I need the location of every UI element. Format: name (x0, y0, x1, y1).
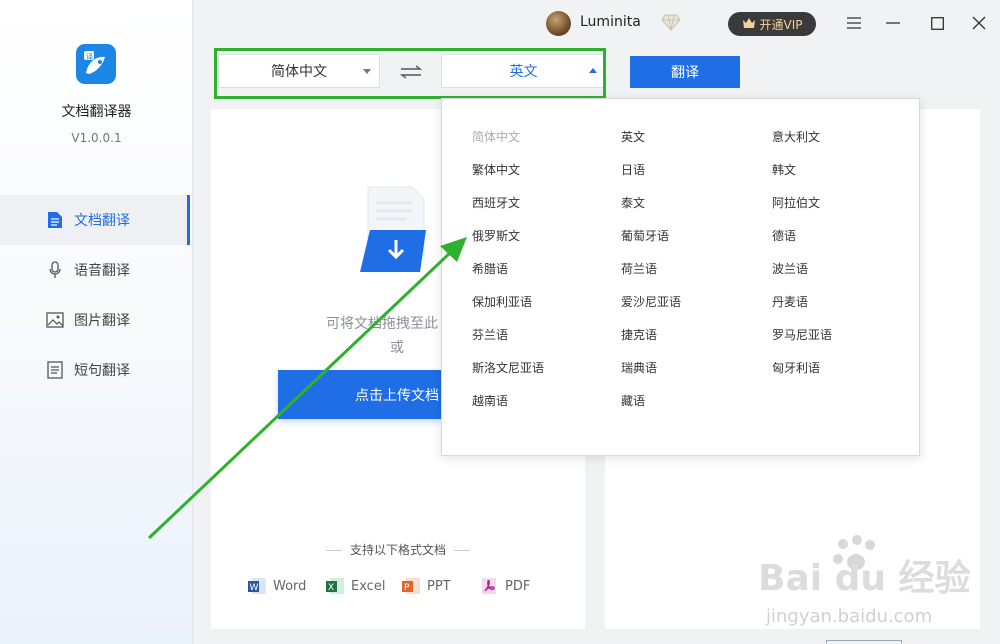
nav-label: 短句翻译 (74, 363, 130, 379)
word-icon: W (248, 578, 266, 594)
sidebar: 译 文档翻译器 V1.0.0.1 文档翻译 语音翻译 图片翻译 短句翻译 (0, 0, 193, 644)
language-option[interactable]: 繁体中文 (472, 161, 520, 178)
translate-button[interactable]: 翻译 (630, 56, 740, 88)
upload-document-button[interactable]: 点击上传文档 (278, 370, 442, 419)
image-icon (46, 311, 64, 329)
drop-hint: 可将文档拖拽至此 (326, 316, 438, 332)
language-option[interactable]: 西班牙文 (472, 194, 520, 211)
crown-icon (742, 17, 756, 32)
or-separator: 或 (390, 340, 404, 356)
scroll-hint (826, 640, 902, 644)
nav-item-image-translate[interactable]: 图片翻译 (0, 295, 190, 345)
divider (454, 550, 470, 551)
svg-text:W: W (250, 583, 259, 593)
username[interactable]: Luminita (580, 14, 641, 30)
baidu-jingyan-watermark: Bai du 经验 jingyan.baidu.com (758, 532, 998, 644)
language-option[interactable]: 英文 (621, 128, 645, 145)
vip-button[interactable]: 开通VIP (728, 12, 816, 36)
language-option[interactable]: 斯洛文尼亚语 (472, 359, 544, 376)
divider (325, 550, 342, 551)
language-option[interactable]: 希腊语 (472, 260, 508, 277)
language-option[interactable]: 爱沙尼亚语 (621, 293, 681, 310)
excel-icon: X (326, 578, 344, 594)
microphone-icon (46, 261, 64, 279)
maximize-icon[interactable] (922, 8, 952, 38)
minimize-icon[interactable] (878, 8, 908, 38)
app-version: V1.0.0.1 (71, 131, 122, 145)
language-option[interactable]: 藏语 (621, 392, 645, 409)
language-option[interactable]: 匈牙利语 (772, 359, 820, 376)
language-option[interactable]: 简体中文 (472, 128, 520, 145)
avatar[interactable] (546, 11, 571, 36)
diamond-icon[interactable] (661, 13, 681, 35)
language-dropdown: 简体中文 英文 意大利文繁体中文 日语 韩文西班牙文 泰文 阿拉伯文俄罗斯文 葡萄牙语 德语希腊… (441, 98, 920, 456)
format-excel: X Excel (325, 576, 385, 596)
format-label: PDF (505, 578, 531, 594)
close-icon[interactable] (964, 8, 994, 38)
format-word: W Word (247, 576, 306, 596)
document-icon (46, 211, 64, 229)
language-option[interactable]: 捷克语 (621, 326, 657, 343)
nav-label: 文档翻译 (74, 213, 130, 229)
nav-item-voice-translate[interactable]: 语音翻译 (0, 245, 190, 295)
language-option[interactable]: 保加利亚语 (472, 293, 532, 310)
language-option[interactable]: 泰文 (621, 194, 645, 211)
language-option[interactable]: 波兰语 (772, 260, 808, 277)
app-logo: 译 (76, 44, 116, 84)
app-name: 文档翻译器 (61, 104, 132, 120)
language-option[interactable]: 俄罗斯文 (472, 227, 520, 244)
format-ppt: P PPT (401, 576, 451, 596)
language-option[interactable]: 丹麦语 (772, 293, 808, 310)
format-label: Excel (351, 578, 386, 594)
watermark-url: jingyan.baidu.com (765, 606, 932, 627)
language-option[interactable]: 芬兰语 (472, 326, 508, 343)
highlight-annotation-box (214, 48, 606, 99)
language-option[interactable]: 意大利文 (772, 128, 820, 145)
nav-item-document-translate[interactable]: 文档翻译 (0, 195, 190, 245)
language-option[interactable]: 荷兰语 (621, 260, 657, 277)
pdf-icon (482, 578, 496, 594)
nav-label: 语音翻译 (74, 263, 130, 279)
ppt-icon: P (402, 578, 420, 594)
svg-text:P: P (404, 583, 410, 593)
language-option[interactable]: 阿拉伯文 (772, 194, 820, 211)
format-label: Word (273, 578, 307, 594)
svg-text:译: 译 (86, 53, 93, 61)
nav-label: 图片翻译 (74, 313, 130, 329)
watermark-brand: Bai du 经验 (758, 558, 971, 599)
supported-formats-label: 支持以下格式文档 (349, 543, 446, 557)
svg-text:X: X (328, 583, 334, 593)
language-option[interactable]: 日语 (621, 161, 645, 178)
nav-item-sentence-translate[interactable]: 短句翻译 (0, 345, 190, 395)
format-pdf: PDF (479, 576, 530, 596)
language-option[interactable]: 葡萄牙语 (621, 227, 669, 244)
format-label: PPT (427, 578, 451, 594)
supported-formats-title: 支持以下格式文档 (211, 541, 585, 558)
menu-icon[interactable] (839, 8, 869, 38)
vip-label: 开通VIP (759, 17, 803, 32)
language-option[interactable]: 德语 (772, 227, 796, 244)
text-lines-icon (46, 361, 64, 379)
upload-document-icon (358, 185, 438, 279)
language-option[interactable]: 罗马尼亚语 (772, 326, 832, 343)
language-option[interactable]: 韩文 (772, 161, 796, 178)
language-option[interactable]: 越南语 (472, 392, 508, 409)
language-option[interactable]: 瑞典语 (621, 359, 657, 376)
